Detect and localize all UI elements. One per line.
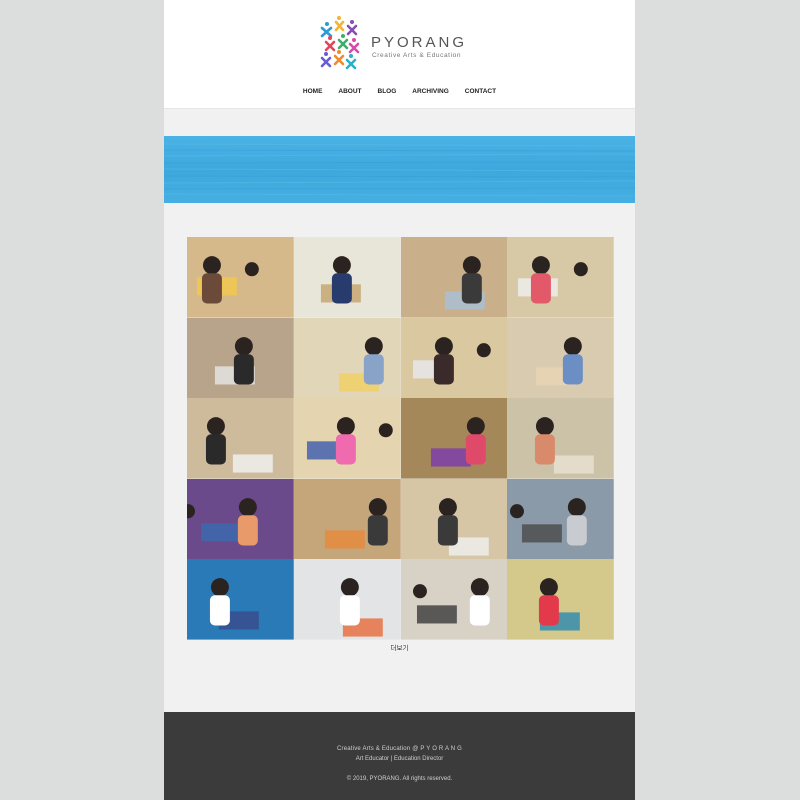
gallery-photo[interactable] [187,317,294,399]
photo-gallery [187,237,614,640]
gallery-photo[interactable] [293,398,401,479]
photo-image [507,398,614,479]
photo-image [400,398,508,479]
photo-image [293,398,401,479]
gallery-photo[interactable] [187,478,294,560]
logo-icon[interactable] [317,14,363,74]
page-content: PYORANG Creative Arts & Education HOME A… [164,0,635,800]
brand-name[interactable]: PYORANG [371,34,467,51]
gallery-photo[interactable] [507,237,614,318]
photo-image [507,237,614,318]
nav-home[interactable]: HOME [303,88,323,95]
gallery-photo[interactable] [187,237,294,318]
nav-archiving[interactable]: ARCHIVING [412,88,448,95]
brand-tagline: Creative Arts & Education [372,52,462,59]
photo-image [187,559,294,640]
site-footer: Creative Arts & Education @ P Y O R A N … [164,712,635,800]
photo-image [293,559,401,640]
gallery-photo[interactable] [507,317,614,399]
nav-contact[interactable]: CONTACT [465,88,496,95]
gallery-photo[interactable] [293,478,401,560]
gallery-photo[interactable] [293,317,401,399]
photo-image [187,398,294,479]
gallery-photo[interactable] [187,559,294,640]
photo-image [400,559,508,640]
hero-banner [164,136,635,203]
nav-blog[interactable]: BLOG [378,88,397,95]
gallery-photo[interactable] [400,478,508,560]
gallery-photo[interactable] [400,559,508,640]
site-header: PYORANG Creative Arts & Education HOME A… [164,0,635,109]
photo-image [400,237,508,318]
footer-line-1: Creative Arts & Education @ P Y O R A N … [336,746,462,752]
footer-copyright: © 2019, PYORANG. All rights reserved. [346,776,453,782]
gallery-photo[interactable] [293,559,401,640]
photo-image [187,317,294,399]
main-nav: HOME ABOUT BLOG ARCHIVING CONTACT [164,88,635,95]
photo-image [293,478,401,560]
gallery-photo[interactable] [400,237,508,318]
photo-image [187,237,294,318]
footer-line-2: Art Educator | Education Director [355,756,444,762]
photo-image [293,317,401,399]
gallery-photo[interactable] [507,478,614,560]
photo-image [293,237,401,318]
gallery-photo[interactable] [293,237,401,318]
gallery-photo[interactable] [400,317,508,399]
photo-image [400,317,508,399]
gallery-photo[interactable] [507,398,614,479]
gallery-photo[interactable] [507,559,614,640]
gallery-photo[interactable] [187,398,294,479]
photo-image [507,478,614,560]
photo-image [187,478,294,560]
photo-image [507,559,614,640]
more-link[interactable]: 더보기 [164,642,635,652]
gallery-photo[interactable] [400,398,508,479]
photo-image [507,317,614,399]
banner-texture [164,143,635,197]
nav-about[interactable]: ABOUT [338,88,361,95]
photo-image [400,478,508,560]
